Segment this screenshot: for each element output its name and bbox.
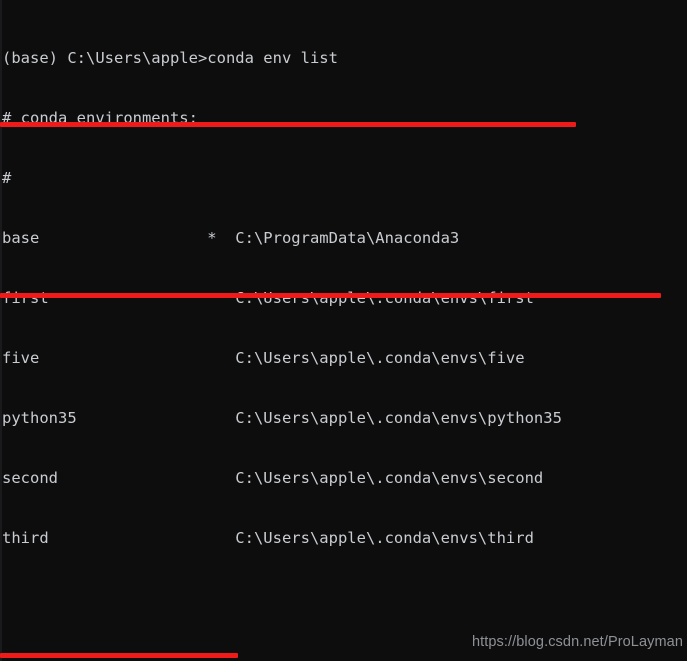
command-line-env-list: (base) C:\Users\apple>conda env list	[2, 49, 338, 67]
watermark-url: https://blog.csdn.net/ProLayman	[471, 634, 683, 650]
highlight-underline-proceed-prompt	[0, 653, 238, 658]
env-row-third: third C:\Users\apple\.conda\envs\third	[2, 529, 534, 547]
env-row-second: second C:\Users\apple\.conda\envs\second	[2, 469, 544, 487]
env-row-python35: python35 C:\Users\apple\.conda\envs\pyth…	[2, 409, 562, 427]
env-row-first: first C:\Users\apple\.conda\envs\first	[2, 289, 534, 307]
terminal-window[interactable]: (base) C:\Users\apple>conda env list # c…	[0, 0, 687, 661]
terminal-output-area[interactable]: (base) C:\Users\apple>conda env list # c…	[2, 8, 687, 661]
env-row-five: five C:\Users\apple\.conda\envs\five	[2, 349, 525, 367]
highlight-underline-remove-message	[0, 293, 661, 298]
highlight-underline-env-five	[0, 122, 576, 127]
env-list-header-rule: #	[2, 169, 12, 187]
env-row-base: base * C:\ProgramData\Anaconda3	[2, 229, 460, 247]
